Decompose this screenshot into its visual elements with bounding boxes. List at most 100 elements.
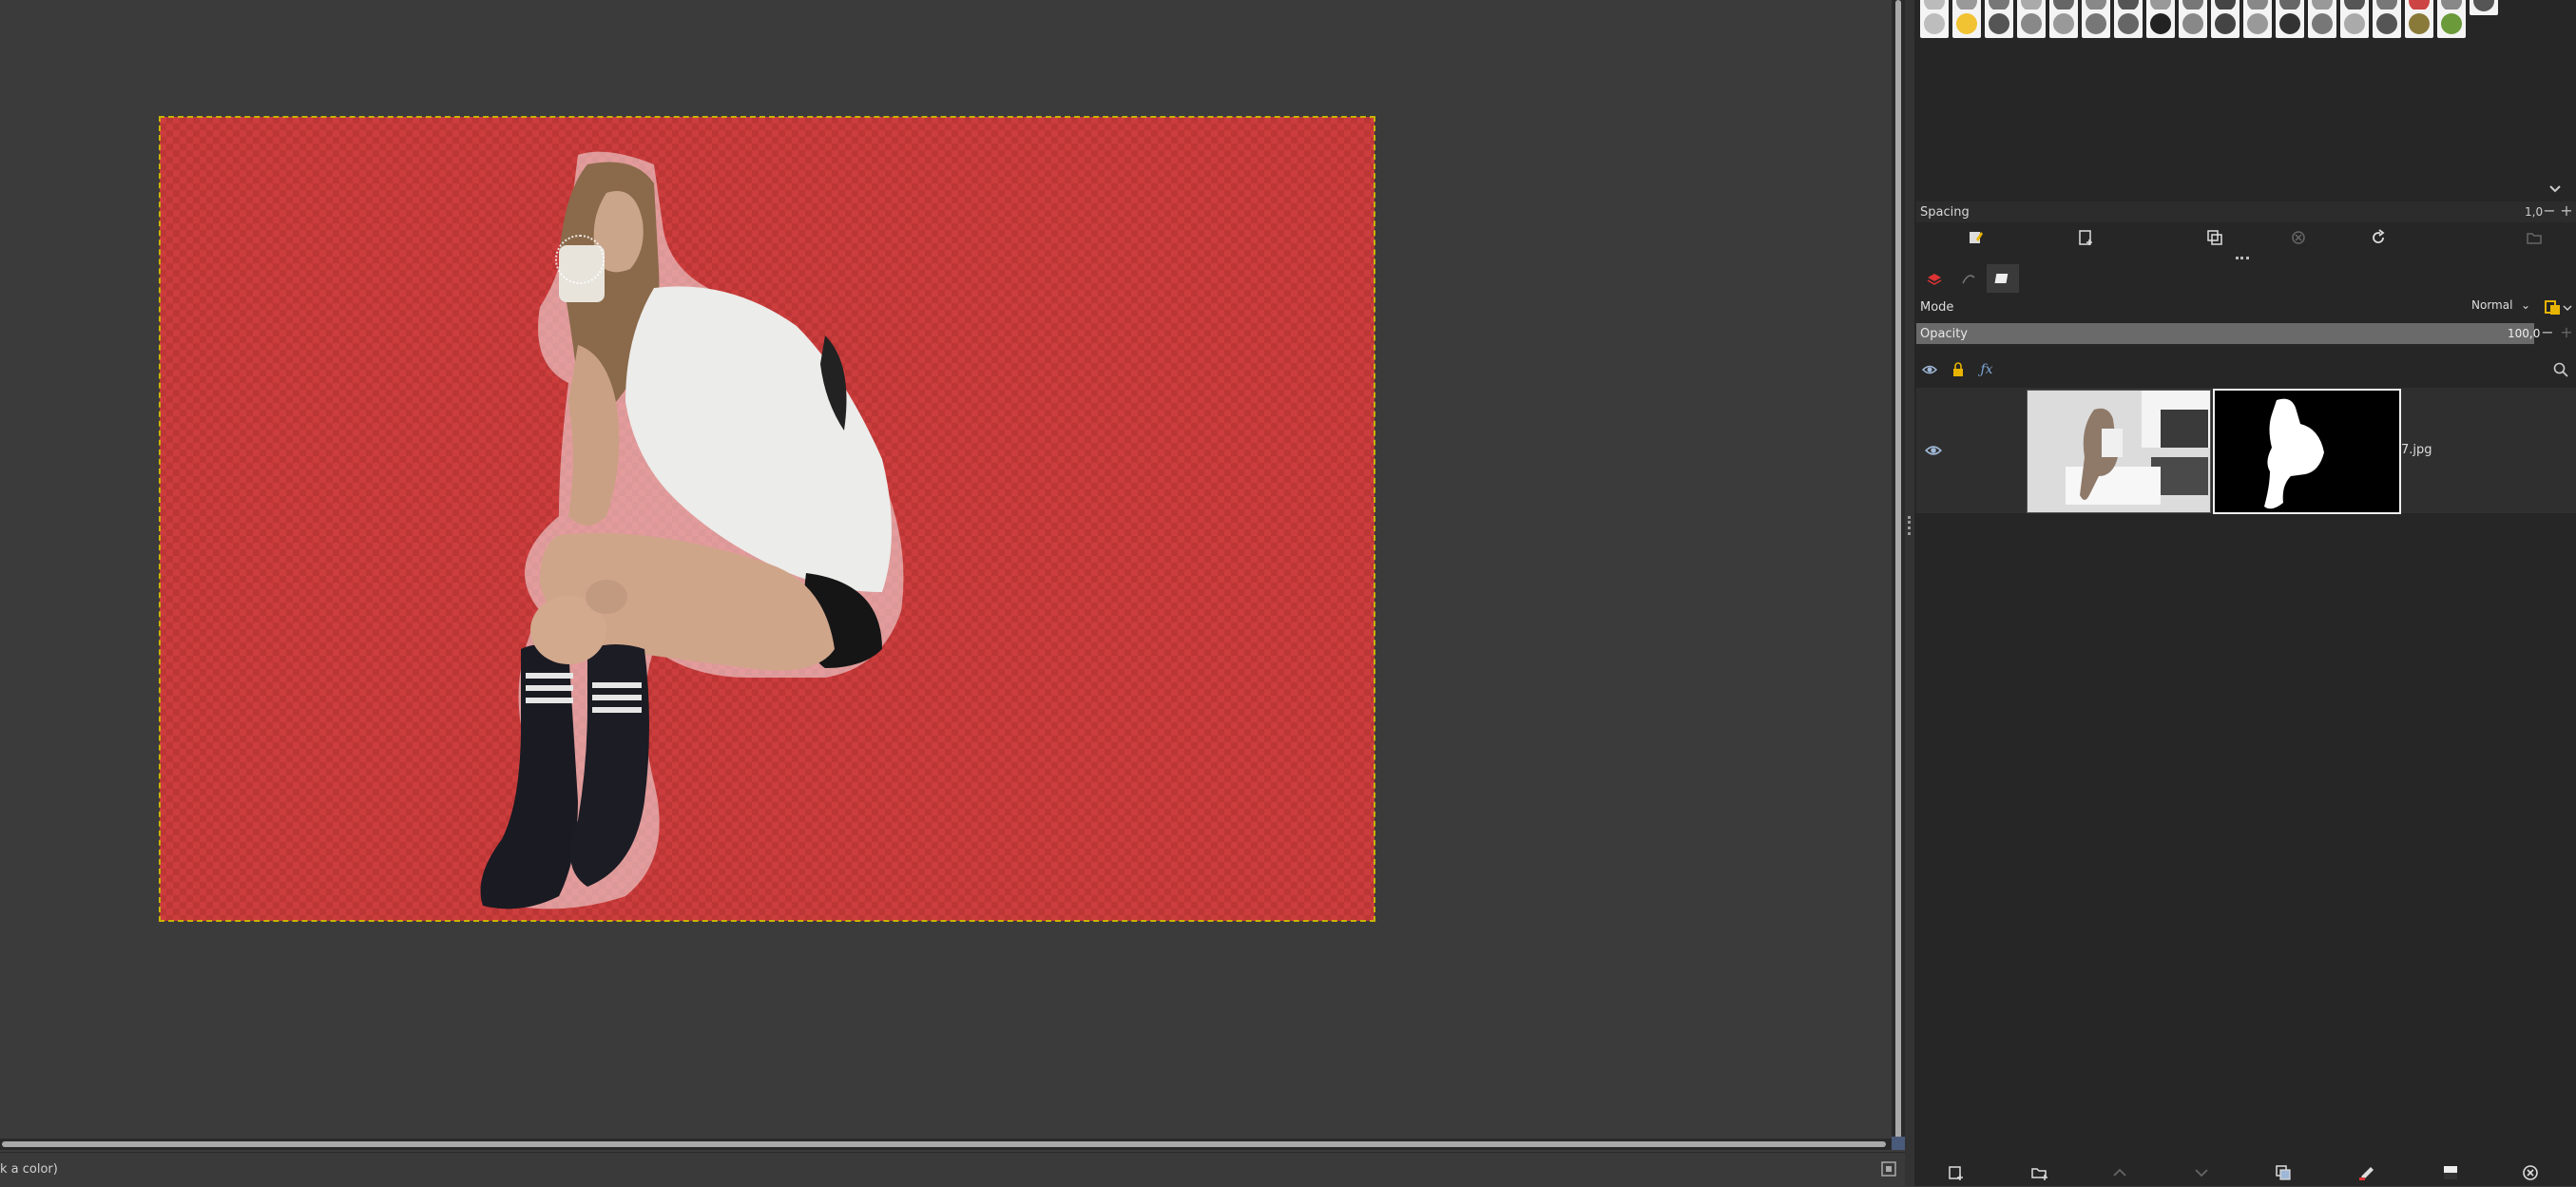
image-canvas[interactable] — [159, 116, 1375, 922]
dock-tabs — [1916, 262, 2576, 295]
edit-brush-icon[interactable] — [1966, 228, 1985, 247]
search-button[interactable] — [2549, 358, 2572, 381]
mask-thumbnail-image — [2215, 391, 2399, 512]
effects-toggle[interactable]: ƒx — [1975, 358, 1998, 381]
fx-icon: ƒx — [1980, 362, 1993, 377]
duplicate-layer-icon[interactable] — [2274, 1163, 2293, 1182]
brush-item[interactable] — [2340, 10, 2369, 38]
brush-preview — [2279, 13, 2300, 34]
horizontal-scroll-thumb[interactable] — [2, 1141, 1886, 1147]
raise-layer-icon[interactable] — [2110, 1163, 2129, 1182]
brush-item[interactable] — [2179, 10, 2207, 38]
new-layer-icon[interactable] — [1947, 1163, 1966, 1182]
layer-mask-icon[interactable] — [2441, 1163, 2460, 1182]
opacity-row[interactable]: Opacity 100,0 − + — [1916, 323, 2576, 344]
channels-icon — [1994, 274, 2009, 283]
brush-item[interactable] — [2017, 10, 2046, 38]
brush-preview — [2344, 13, 2365, 34]
brush-item[interactable] — [2114, 10, 2143, 38]
delete-brush-icon[interactable] — [2289, 228, 2308, 247]
brush-item[interactable] — [1920, 10, 1949, 38]
brush-item[interactable] — [2211, 10, 2240, 38]
brush-toolbar — [1916, 228, 2576, 253]
chevron-down-icon[interactable] — [2547, 181, 2563, 196]
tab-paths[interactable] — [1952, 264, 1985, 293]
opacity-label: Opacity — [1920, 327, 1969, 341]
lock-toggle[interactable] — [1947, 358, 1970, 381]
brush-grid[interactable] — [1916, 0, 2563, 176]
brush-preview — [2053, 13, 2074, 34]
brush-preview — [1924, 13, 1945, 34]
brush-item[interactable] — [2437, 10, 2466, 38]
composite-mode-icon[interactable] — [2544, 298, 2574, 317]
visibility-toggle[interactable] — [1918, 358, 1941, 381]
brush-item[interactable] — [2405, 10, 2433, 38]
layers-bottom-bar — [1916, 1158, 2576, 1186]
brush-preview — [2409, 13, 2430, 34]
increase-icon[interactable]: + — [2559, 203, 2574, 219]
vertical-scroll-thumb[interactable] — [1895, 0, 1901, 1140]
eye-icon[interactable] — [1924, 441, 1943, 460]
brush-preview — [1989, 13, 2009, 34]
duplicate-brush-icon[interactable] — [2205, 228, 2224, 247]
chevron-down-icon: ⌄ — [2521, 298, 2531, 312]
brush-item[interactable] — [2308, 10, 2336, 38]
navigate-icon[interactable] — [1880, 1160, 1897, 1177]
mode-value: Normal — [2471, 298, 2513, 312]
opacity-value[interactable]: 100,0 — [2508, 327, 2540, 340]
layer-thumbnail[interactable] — [2027, 390, 2211, 513]
open-folder-icon[interactable] — [2525, 228, 2544, 247]
layer-thumbnail-image — [2028, 391, 2210, 512]
dock-separator-grip[interactable] — [1908, 516, 1913, 535]
mode-select[interactable]: Normal ⌄ — [2471, 298, 2538, 317]
decrease-icon[interactable]: − — [2540, 325, 2555, 340]
brush-item[interactable] — [2049, 10, 2078, 38]
horizontal-scrollbar[interactable] — [0, 1139, 1892, 1150]
brush-item[interactable] — [2470, 0, 2498, 15]
brush-preview — [2021, 13, 2042, 34]
lower-layer-icon[interactable] — [2192, 1163, 2211, 1182]
brush-preview — [2118, 13, 2139, 34]
vertical-scrollbar[interactable] — [1892, 0, 1905, 1150]
brush-cursor — [555, 235, 605, 284]
spacing-label: Spacing — [1920, 205, 1970, 220]
status-bar: k a color) — [0, 1152, 1905, 1187]
dock-separator[interactable] — [1905, 0, 1914, 1186]
paths-icon — [1962, 275, 1975, 284]
decrease-icon[interactable]: − — [2542, 203, 2557, 219]
brush-item[interactable] — [2146, 10, 2175, 38]
scroll-corner — [1892, 1137, 1905, 1150]
anchor-layer-icon[interactable] — [2357, 1163, 2376, 1182]
brush-preview — [2441, 13, 2462, 34]
layers-icon — [1927, 274, 1942, 285]
opacity-slider[interactable]: Opacity 100,0 — [1916, 323, 2540, 344]
layer-list: 7.jpg — [1916, 388, 2576, 514]
brush-item[interactable] — [1952, 10, 1981, 38]
spacing-value[interactable]: 1,0 — [2525, 205, 2543, 219]
refresh-icon[interactable] — [2369, 228, 2388, 247]
delete-layer-icon[interactable] — [2521, 1163, 2540, 1182]
increase-icon[interactable]: + — [2559, 325, 2574, 340]
tab-channels[interactable] — [1987, 264, 2019, 293]
new-brush-icon[interactable] — [2076, 228, 2095, 247]
brush-item[interactable] — [2243, 10, 2272, 38]
tab-layers[interactable] — [1918, 264, 1951, 293]
eye-icon — [1921, 365, 1938, 374]
new-layer-group-icon[interactable] — [2030, 1163, 2049, 1182]
brush-preview — [2215, 13, 2236, 34]
search-icon — [2553, 362, 2568, 377]
brush-item[interactable] — [2276, 10, 2304, 38]
brush-item[interactable] — [2082, 10, 2110, 38]
canvas-area[interactable] — [0, 0, 1895, 1150]
mode-row: Mode Normal ⌄ — [1916, 297, 2576, 319]
brush-row-2 — [1920, 10, 2466, 38]
brush-item[interactable] — [1985, 10, 2013, 38]
right-dock — [1914, 0, 2576, 1186]
status-text: k a color) — [0, 1162, 58, 1177]
layer-row[interactable]: 7.jpg — [1916, 388, 2576, 514]
brush-preview — [2182, 13, 2203, 34]
spacing-row[interactable]: Spacing 1,0 − + — [1916, 201, 2576, 222]
mask-thumbnail[interactable] — [2213, 389, 2401, 514]
brush-item[interactable] — [2373, 10, 2401, 38]
layer-name[interactable]: 7.jpg — [2401, 443, 2432, 457]
